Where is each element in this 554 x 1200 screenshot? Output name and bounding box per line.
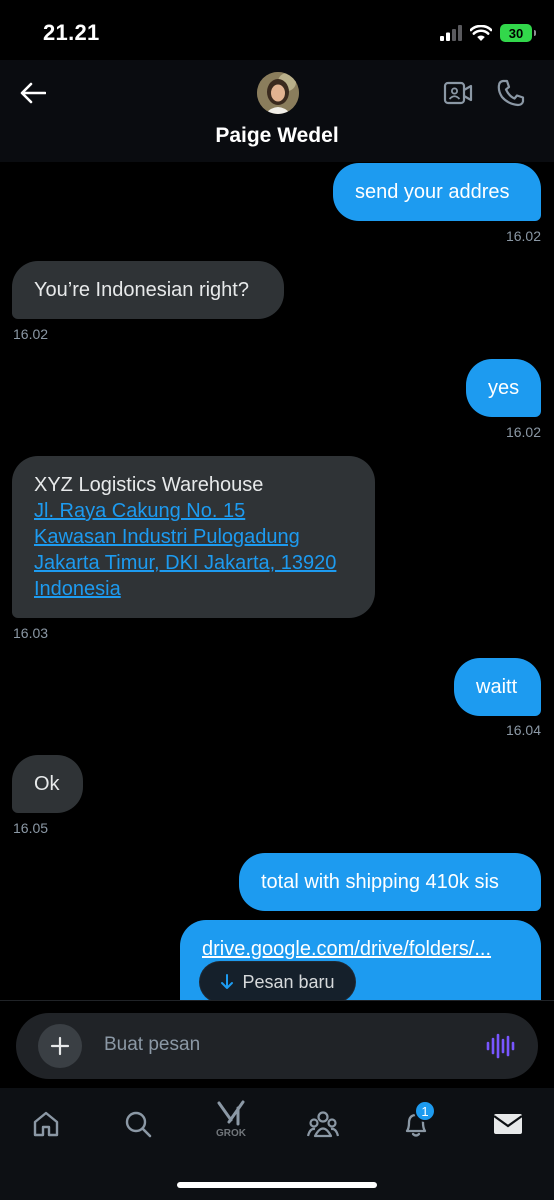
address-link-district[interactable]: Kawasan Industri Pulogadung [34, 524, 300, 550]
nav-home[interactable] [28, 1106, 64, 1142]
conversation-header: Paige Wedel [0, 60, 554, 162]
wifi-icon [470, 24, 492, 41]
message-text: total with shipping 410k sis [261, 871, 499, 893]
avatar[interactable] [257, 72, 299, 114]
message-composer[interactable]: Buat pesan [16, 1013, 538, 1079]
arrow-down-icon [221, 974, 234, 989]
message-timestamp: 16.03 [13, 625, 49, 641]
nav-messages[interactable] [490, 1106, 526, 1142]
message-bubble-sent[interactable]: waitt [454, 658, 541, 716]
message-timestamp: 16.02 [505, 424, 541, 440]
phone-call-button[interactable] [496, 78, 526, 108]
notification-badge: 1 [414, 1100, 436, 1122]
message-bubble-sent[interactable]: yes [466, 359, 541, 417]
new-message-pill[interactable]: Pesan baru [200, 962, 355, 1002]
battery-level: 30 [508, 25, 524, 41]
contact-name[interactable]: Paige Wedel [0, 124, 554, 148]
message-input[interactable]: Buat pesan [104, 1034, 200, 1056]
message-timestamp: 16.04 [505, 722, 541, 738]
nav-grok[interactable]: GROK [213, 1100, 249, 1142]
add-attachment-button[interactable] [38, 1024, 82, 1068]
address-link-city[interactable]: Jakarta Timur, DKI Jakarta, 13920 [34, 550, 336, 576]
message-timestamp: 16.02 [505, 228, 541, 244]
address-link-country[interactable]: Indonesia [34, 576, 121, 602]
video-call-icon [443, 81, 473, 105]
message-text: send your addres [355, 181, 510, 203]
message-text: Ok [34, 773, 60, 795]
nav-notifications[interactable]: 1 [398, 1100, 436, 1142]
message-text: yes [488, 377, 520, 399]
plus-icon [50, 1036, 70, 1056]
new-message-pill-label: Pesan baru [242, 971, 335, 992]
mail-icon [493, 1114, 523, 1134]
voice-icon [486, 1033, 515, 1059]
message-timestamp: 16.05 [13, 820, 49, 836]
status-time: 21.21 [43, 20, 100, 45]
address-message-bubble[interactable]: XYZ Logistics Warehouse Jl. Raya Cakung … [12, 456, 375, 618]
signal-icon [440, 25, 462, 41]
grok-icon [217, 1100, 245, 1126]
message-bubble-received[interactable]: You’re Indonesian right? [12, 261, 284, 319]
avatar-image [257, 72, 299, 114]
address-title: XYZ Logistics Warehouse [34, 474, 264, 496]
home-indicator [177, 1182, 377, 1188]
address-link-street[interactable]: Jl. Raya Cakung No. 15 [34, 498, 245, 524]
battery-indicator: 30 [500, 24, 536, 42]
voice-message-button[interactable] [484, 1030, 516, 1062]
back-button[interactable] [18, 78, 48, 108]
nav-communities[interactable] [305, 1106, 341, 1142]
phone-icon [497, 79, 525, 107]
search-icon [125, 1111, 152, 1138]
grok-label: GROK [216, 1128, 246, 1139]
message-bubble-received[interactable]: Ok [12, 755, 83, 813]
home-icon [33, 1111, 59, 1137]
back-arrow-icon [20, 82, 46, 104]
message-bubble-sent[interactable]: total with shipping 410k sis [239, 853, 541, 911]
message-bubble-sent[interactable]: send your addres [333, 163, 541, 221]
message-timestamp: 16.02 [13, 326, 49, 342]
drive-link[interactable]: drive.google.com/drive/folders/... [202, 937, 491, 961]
nav-search[interactable] [120, 1106, 156, 1142]
status-icons: 30 [440, 22, 536, 44]
message-text: waitt [476, 676, 518, 698]
status-bar: 21.21 30 [0, 0, 554, 60]
video-call-button[interactable] [443, 80, 473, 106]
composer-area: Buat pesan [0, 1000, 554, 1088]
message-text: You’re Indonesian right? [34, 279, 249, 301]
communities-icon [307, 1111, 339, 1138]
